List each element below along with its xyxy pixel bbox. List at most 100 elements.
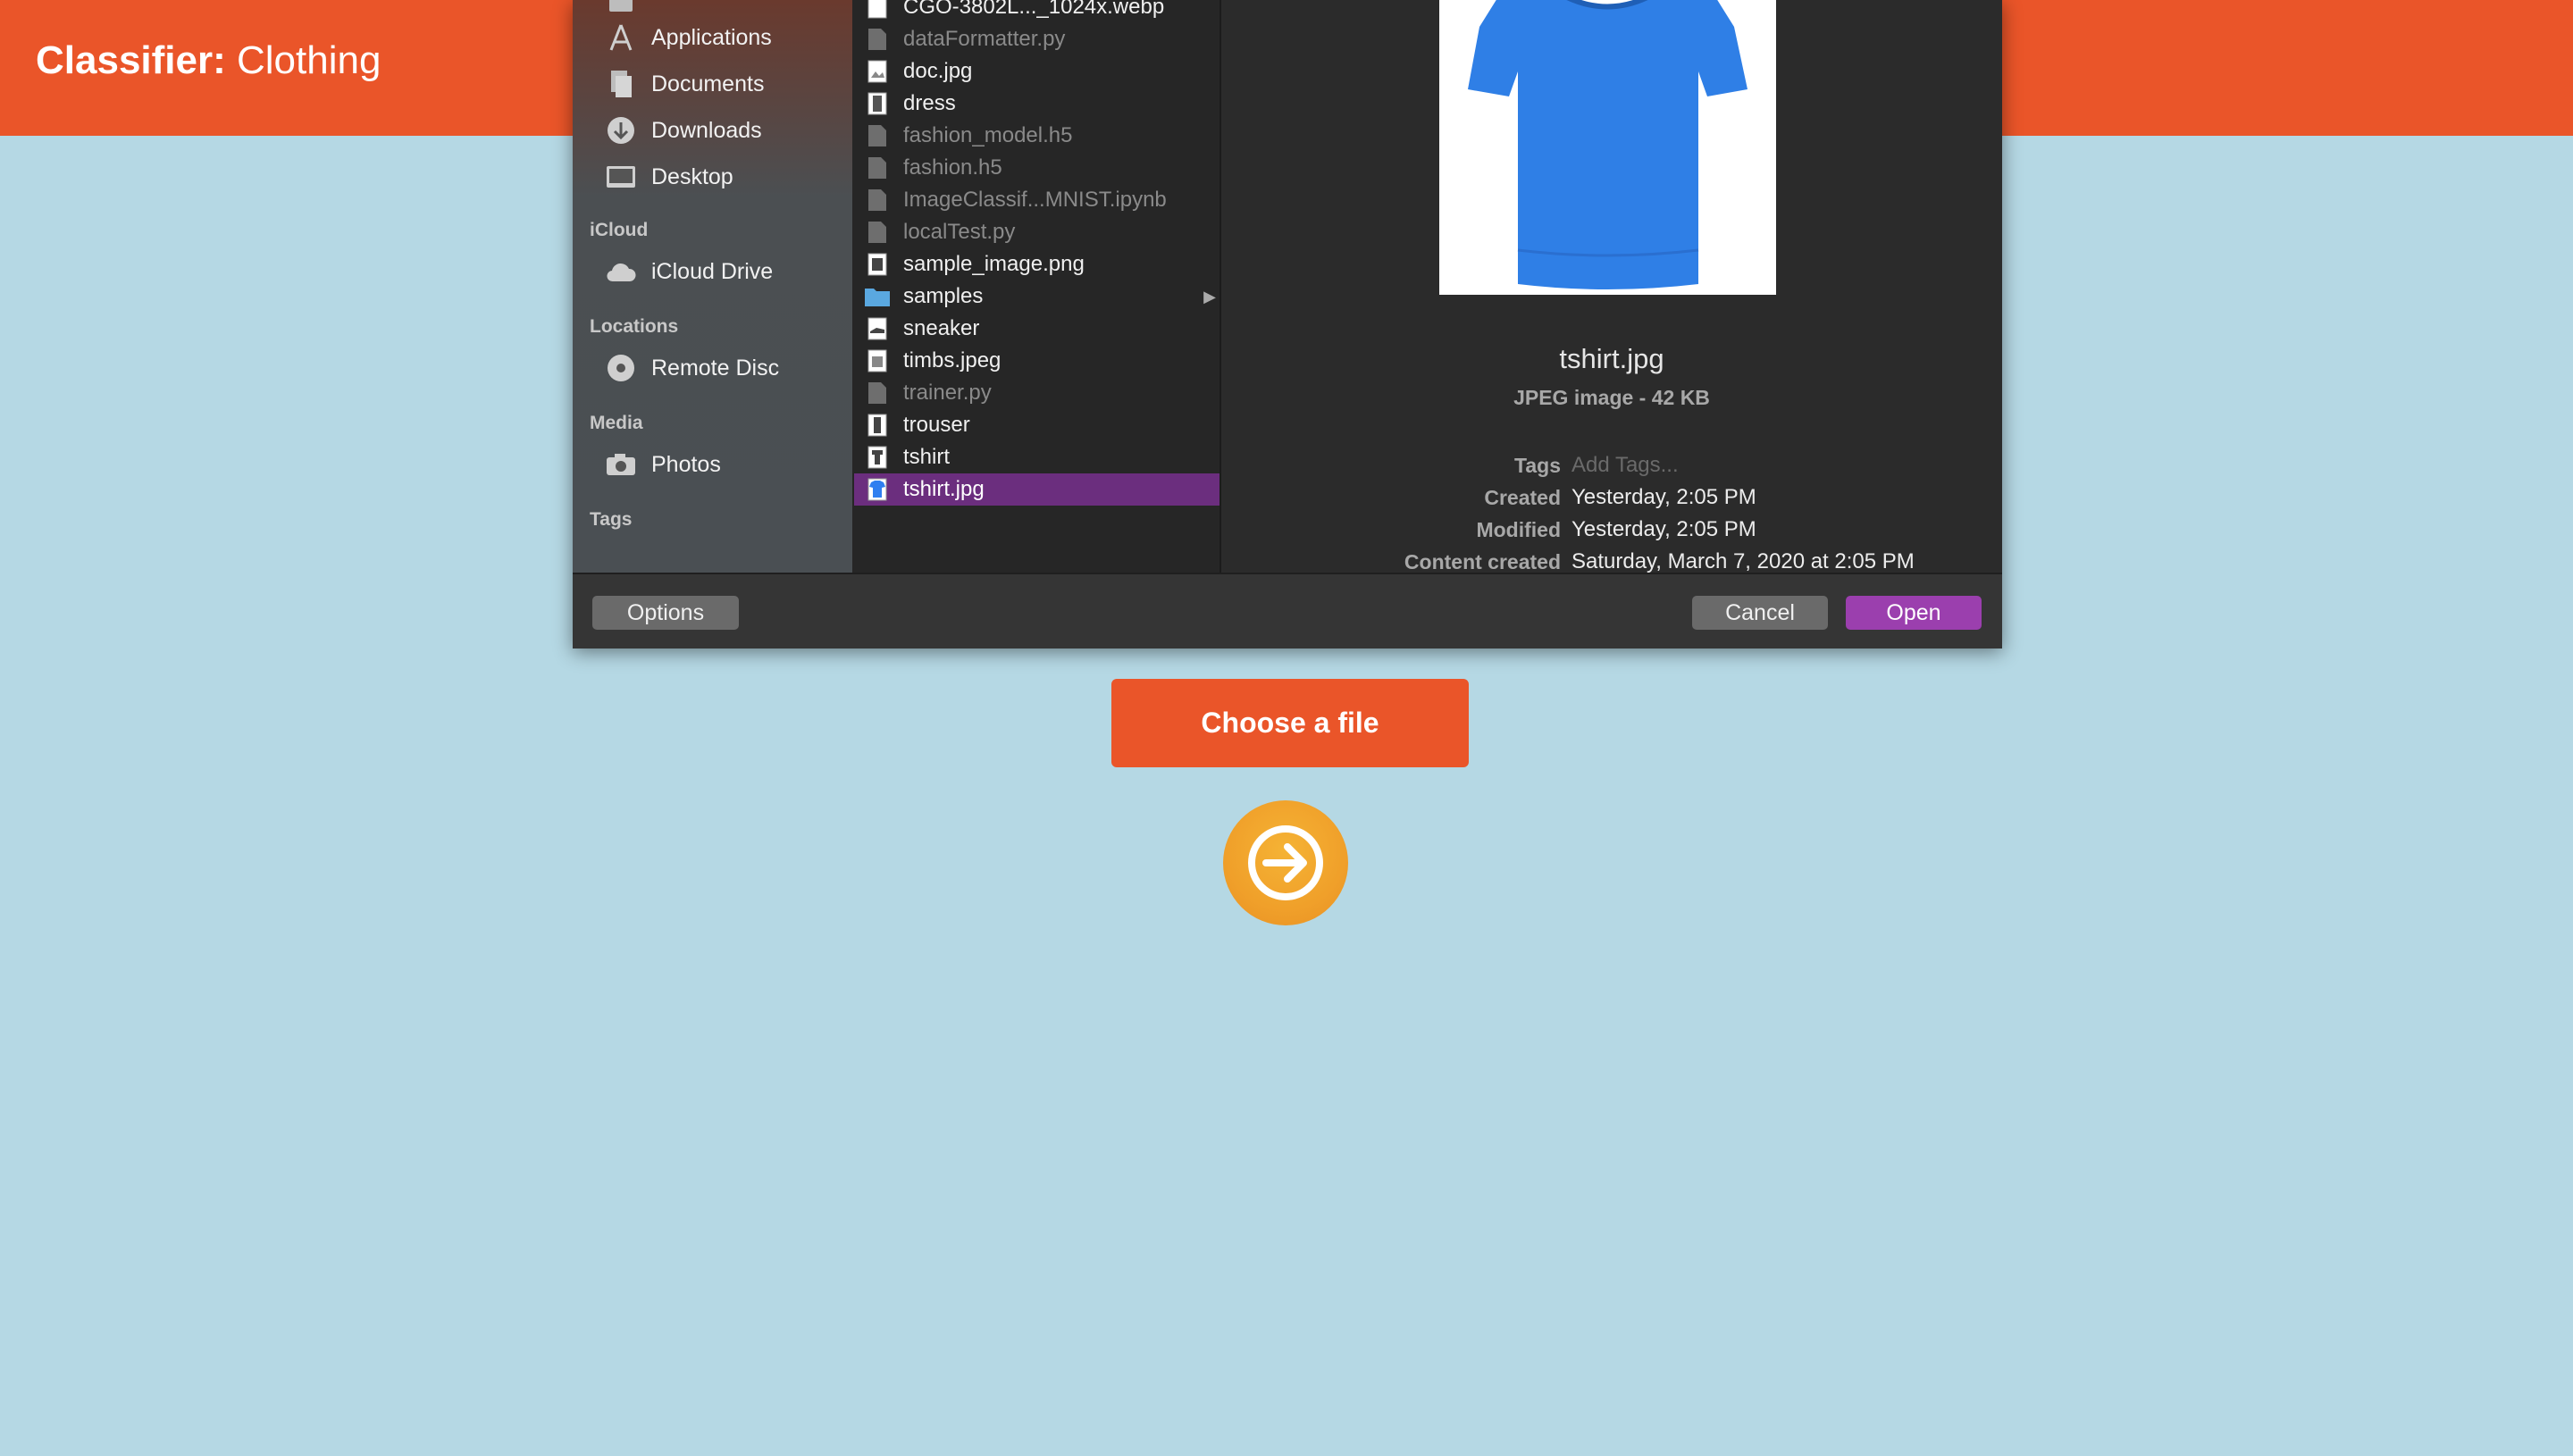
file-open-dialog: Applications Documents Downloads Desktop… (573, 0, 2002, 649)
meta-value-created: Yesterday, 2:05 PM (1571, 485, 1756, 509)
document-icon (868, 382, 886, 404)
document-icon (868, 157, 886, 179)
app-title-rest: Clothing (237, 38, 381, 82)
document-icon (868, 222, 886, 243)
sidebar-item-label: Downloads (651, 117, 762, 143)
options-button[interactable]: Options (592, 596, 739, 630)
file-name: trainer.py (903, 381, 992, 405)
sidebar-item-label: Desktop (651, 163, 733, 189)
meta-value-modified: Yesterday, 2:05 PM (1571, 517, 1756, 541)
camera-icon (605, 448, 637, 481)
file-row: ImageClassif...MNIST.ipynb (854, 184, 1219, 216)
file-row[interactable]: dress (854, 88, 1219, 120)
image-file-icon (867, 414, 887, 437)
meta-label-created: Created (1484, 486, 1561, 509)
file-name: sample_image.png (903, 252, 1085, 276)
file-row-selected[interactable]: tshirt.jpg (854, 473, 1219, 506)
file-row: fashion_model.h5 (854, 120, 1219, 152)
cloud-icon (605, 255, 637, 288)
file-row[interactable]: timbs.jpeg (854, 345, 1219, 377)
file-name: localTest.py (903, 220, 1016, 244)
disclosure-arrow-icon: ▶ (1203, 288, 1216, 305)
folder-icon (865, 289, 890, 306)
file-row[interactable]: samples ▶ (854, 280, 1219, 313)
image-file-icon (867, 60, 887, 83)
file-name: dress (903, 91, 956, 115)
file-name: sneaker (903, 316, 980, 340)
file-name: doc.jpg (903, 59, 973, 83)
file-row[interactable]: sneaker (854, 313, 1219, 345)
sidebar-item-icloud-drive[interactable]: iCloud Drive (605, 254, 773, 289)
file-row[interactable]: CGO-3802L..._1024x.webp (854, 0, 1219, 23)
document-icon (868, 29, 886, 50)
file-name: fashion_model.h5 (903, 123, 1073, 147)
preview-kind: JPEG image - 42 KB (1513, 386, 1710, 409)
image-file-icon (867, 317, 887, 340)
file-name: fashion.h5 (903, 155, 1002, 180)
file-row[interactable]: trouser (854, 409, 1219, 441)
dialog-footer: Options Cancel Open (573, 573, 2002, 649)
sidebar-section-tags: Tags (590, 509, 633, 530)
image-file-icon (867, 0, 887, 19)
meta-label-tags: Tags (1514, 454, 1561, 477)
preview-thumbnail (1439, 0, 1776, 295)
image-file-icon (867, 92, 887, 115)
file-name: dataFormatter.py (903, 27, 1066, 51)
dialog-sidebar: Applications Documents Downloads Desktop… (573, 0, 854, 573)
sidebar-item-desktop[interactable]: Desktop (605, 159, 733, 195)
file-row: dataFormatter.py (854, 23, 1219, 55)
sidebar-item-documents[interactable]: Documents (605, 66, 764, 102)
applications-icon (605, 21, 637, 54)
disc-icon (605, 352, 637, 384)
sidebar-item-label: Documents (651, 71, 765, 96)
downloads-icon (605, 114, 637, 146)
preview-pane: tshirt.jpg JPEG image - 42 KB Tags Add T… (1221, 0, 2002, 573)
sidebar-section-locations: Locations (590, 316, 679, 337)
image-file-icon (867, 349, 887, 372)
file-name: samples (903, 284, 984, 308)
submit-button[interactable] (1223, 800, 1348, 925)
file-row[interactable]: sample_image.png (854, 248, 1219, 280)
folder-icon (605, 0, 637, 18)
file-name: tshirt.jpg (903, 477, 985, 501)
file-list: CGO-3802L..._1024x.webp dataFormatter.py… (854, 0, 1221, 573)
file-name: tshirt (903, 445, 951, 469)
file-name: CGO-3802L..._1024x.webp (903, 0, 1165, 19)
arrow-right-circle-icon (1248, 825, 1323, 900)
cancel-button[interactable]: Cancel (1692, 596, 1828, 630)
file-name: timbs.jpeg (903, 348, 1002, 372)
sidebar-item-label: iCloud Drive (651, 258, 774, 284)
documents-icon (605, 68, 637, 100)
file-name: trouser (903, 413, 970, 437)
document-icon (868, 189, 886, 211)
file-row: fashion.h5 (854, 152, 1219, 184)
file-name: ImageClassif...MNIST.ipynb (903, 188, 1167, 212)
sidebar-item-label: Remote Disc (651, 355, 780, 381)
document-icon (868, 125, 886, 146)
sidebar-item-label: Applications (651, 24, 772, 50)
sidebar-section-media: Media (590, 413, 643, 433)
desktop-icon (605, 161, 637, 193)
file-row: trainer.py (854, 377, 1219, 409)
app-title: Classifier: Clothing (36, 36, 381, 86)
image-file-icon (867, 253, 887, 276)
sidebar-item-partial[interactable] (605, 0, 651, 20)
sidebar-item-applications[interactable]: Applications (605, 20, 772, 55)
tshirt-image (1468, 0, 1747, 289)
meta-label-content-created: Content created (1404, 550, 1561, 573)
file-row[interactable]: doc.jpg (854, 55, 1219, 88)
image-file-icon (867, 478, 887, 501)
file-row[interactable]: tshirt (854, 441, 1219, 473)
sidebar-item-label: Photos (651, 451, 721, 477)
open-button[interactable]: Open (1846, 596, 1982, 630)
choose-file-button[interactable]: Choose a file (1111, 679, 1469, 767)
image-file-icon (867, 446, 887, 469)
app-title-bold: Classifier: (36, 38, 226, 82)
file-row: localTest.py (854, 216, 1219, 248)
sidebar-item-remote-disc[interactable]: Remote Disc (605, 350, 779, 386)
sidebar-item-photos[interactable]: Photos (605, 447, 721, 482)
add-tags-field[interactable]: Add Tags... (1571, 453, 1679, 478)
sidebar-item-downloads[interactable]: Downloads (605, 113, 762, 148)
meta-label-modified: Modified (1476, 518, 1561, 541)
preview-filename: tshirt.jpg (1559, 343, 1664, 374)
